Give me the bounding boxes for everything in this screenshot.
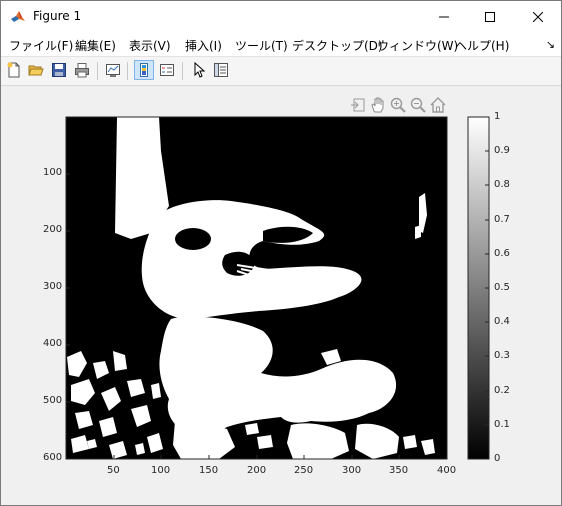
- x-tick-label: 100: [151, 465, 171, 476]
- colorbar-tick-label: 0.5: [494, 282, 510, 293]
- x-tick-label: 150: [199, 465, 219, 476]
- colorbar-tick-label: 0.4: [494, 316, 510, 327]
- colorbar[interactable]: [467, 116, 490, 460]
- x-tick-label: 50: [107, 465, 120, 476]
- x-tick-label: 400: [437, 465, 457, 476]
- figure-plot-area: [65, 116, 490, 460]
- x-tick-label: 250: [294, 465, 314, 476]
- colorbar-tick-label: 0: [494, 453, 501, 464]
- figure-window: Figure 1 ファイル(F) 編集(E) 表示(V) 挿入(I) ツール(T…: [0, 0, 562, 506]
- x-tick-label: 300: [342, 465, 362, 476]
- colorbar-tick-label: 0.6: [494, 248, 510, 259]
- colorbar-tick-label: 0.9: [494, 145, 510, 156]
- y-tick-label: 600: [43, 452, 63, 463]
- colorbar-tick-label: 0.2: [494, 385, 510, 396]
- colorbar-tick-label: 0.8: [494, 179, 510, 190]
- colorbar-tick-label: 0.7: [494, 214, 510, 225]
- colorbar-tick-label: 1: [494, 111, 501, 122]
- x-tick-label: 350: [389, 465, 409, 476]
- image-axes[interactable]: [65, 116, 448, 460]
- y-tick-label: 100: [43, 167, 63, 178]
- x-tick-label: 200: [247, 465, 267, 476]
- colorbar-tick-label: 0.3: [494, 350, 510, 361]
- y-tick-label: 500: [43, 395, 63, 406]
- y-tick-label: 300: [43, 281, 63, 292]
- y-tick-label: 200: [43, 224, 63, 235]
- colorbar-tick-label: 0.1: [494, 419, 510, 430]
- y-tick-label: 400: [43, 338, 63, 349]
